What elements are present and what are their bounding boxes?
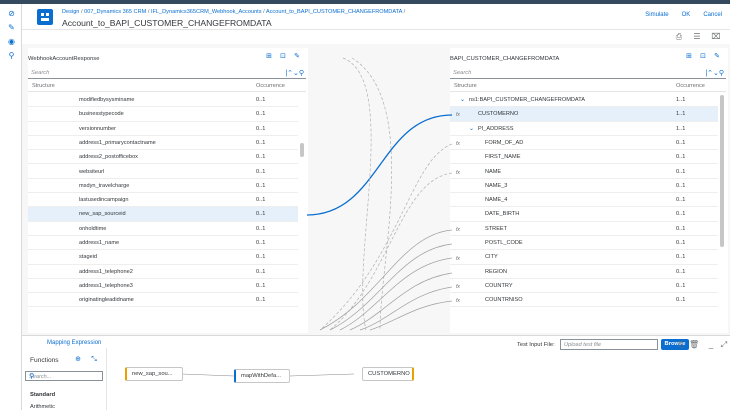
source-node[interactable]: new_sap_sou... [125, 367, 183, 381]
target-node[interactable]: CUSTOMERNO [362, 367, 414, 381]
function-node[interactable]: mapWithDefa... [234, 369, 290, 383]
expression-links [181, 373, 355, 377]
